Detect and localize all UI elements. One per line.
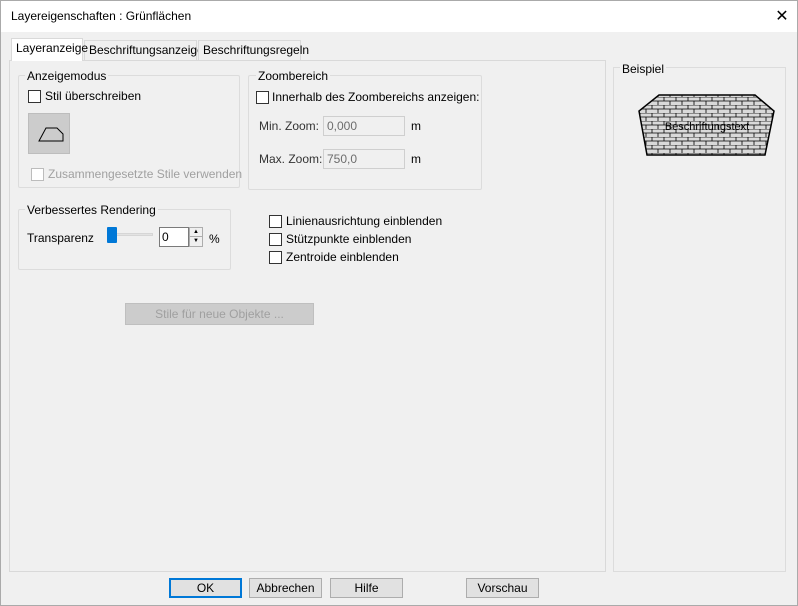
max-zoom-unit: m <box>411 152 421 166</box>
title-bar: Layereigenschaften : Grünflächen ✕ <box>1 1 797 32</box>
help-button[interactable]: Hilfe <box>330 578 403 598</box>
transparency-label: Transparenz <box>27 231 94 245</box>
transparency-input[interactable]: 0 <box>159 227 189 247</box>
polygon-style-icon <box>38 127 64 142</box>
cancel-button[interactable]: Abbrechen <box>249 578 322 598</box>
min-zoom-label: Min. Zoom: <box>259 119 320 133</box>
transparency-slider-track[interactable] <box>111 233 153 236</box>
vertices-label: Stützpunkte einblenden <box>286 232 412 246</box>
tab-beschriftungsregeln[interactable]: Beschriftungsregeln <box>198 40 309 60</box>
example-group-title: Beispiel <box>620 62 667 76</box>
rendering-group-title: Verbessertes Rendering <box>25 203 158 217</box>
composite-styles-label: Zusammengesetzte Stile verwenden <box>48 167 243 181</box>
preview-button[interactable]: Vorschau <box>466 578 539 598</box>
vertices-checkbox[interactable] <box>269 233 282 246</box>
centroid-label: Zentroide einblenden <box>286 250 399 264</box>
centroid-checkbox[interactable] <box>269 251 282 264</box>
line-direction-checkbox[interactable] <box>269 215 282 228</box>
close-icon: ✕ <box>775 8 789 25</box>
zoom-range-label: Innerhalb des Zoombereichs anzeigen: <box>272 90 480 104</box>
spin-down-icon[interactable]: ▼ <box>190 237 202 246</box>
tab-layeranzeige[interactable]: Layeranzeige <box>11 38 88 61</box>
tab-label: Beschriftungsanzeige <box>89 43 204 57</box>
transparency-spinner[interactable]: ▲ ▼ <box>189 227 203 247</box>
anzeigemodus-group-title: Anzeigemodus <box>25 69 109 83</box>
window-title: Layereigenschaften : Grünflächen <box>11 9 192 23</box>
max-zoom-label: Max. Zoom: <box>259 152 323 166</box>
zoom-range-checkbox[interactable] <box>256 91 269 104</box>
line-direction-label: Linienausrichtung einblenden <box>286 214 443 228</box>
composite-styles-checkbox[interactable] <box>31 168 44 181</box>
style-preview-button[interactable] <box>28 113 70 154</box>
transparency-slider-thumb[interactable] <box>107 227 117 243</box>
example-preview: Beschriftungstext <box>638 94 775 156</box>
max-zoom-field[interactable]: 750,0 <box>323 149 405 169</box>
example-sample-label: Beschriftungstext <box>665 121 749 133</box>
tab-label: Layeranzeige <box>16 41 89 55</box>
tab-beschriftungsanzeige[interactable]: Beschriftungsanzeige <box>84 40 204 60</box>
ok-button[interactable]: OK <box>169 578 242 598</box>
min-zoom-unit: m <box>411 119 421 133</box>
tab-label: Beschriftungsregeln <box>203 43 310 57</box>
override-style-label: Stil überschreiben <box>45 89 142 103</box>
dialog-window: Layereigenschaften : Grünflächen ✕ Layer… <box>0 0 798 606</box>
transparency-unit: % <box>209 232 220 246</box>
min-zoom-field[interactable]: 0,000 <box>323 116 405 136</box>
spin-up-icon[interactable]: ▲ <box>190 228 202 237</box>
styles-for-new-objects-button[interactable]: Stile für neue Objekte ... <box>125 303 314 325</box>
zoombereich-group-title: Zoombereich <box>256 69 331 83</box>
close-button[interactable]: ✕ <box>771 5 793 27</box>
override-style-checkbox[interactable] <box>28 90 41 103</box>
